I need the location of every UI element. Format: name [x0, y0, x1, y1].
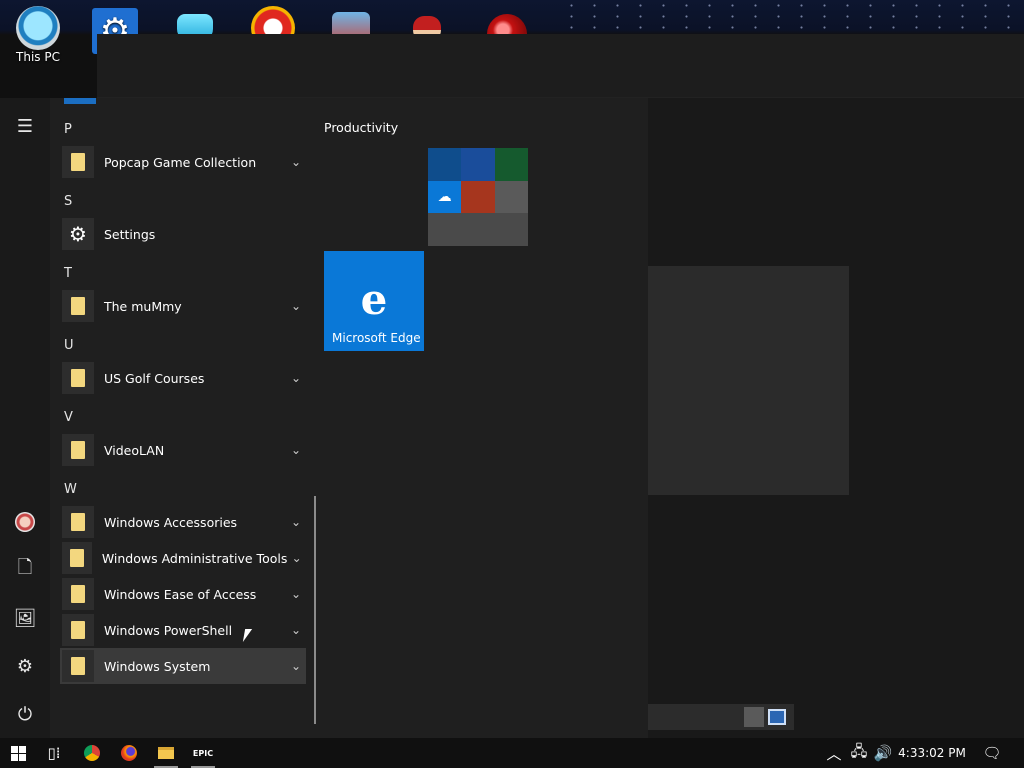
chevron-down-icon[interactable]: ⌄: [286, 623, 306, 637]
letter-header-p[interactable]: P: [64, 122, 72, 137]
folder-icon: [62, 506, 94, 538]
folder-icon: [62, 362, 94, 394]
chevron-down-icon[interactable]: ⌄: [286, 155, 306, 169]
mini-tile: [428, 213, 462, 246]
app-settings[interactable]: ⚙ Settings: [60, 216, 306, 252]
background-toolbar: [648, 704, 794, 730]
mini-tile: [461, 213, 495, 246]
app-us-golf-courses[interactable]: US Golf Courses ⌄: [60, 360, 306, 396]
file-explorer-icon[interactable]: [148, 738, 184, 768]
desktop-icon-this-pc[interactable]: This PC: [3, 4, 73, 64]
letter-header-v[interactable]: V: [64, 410, 73, 425]
letter-header-s[interactable]: S: [64, 194, 72, 209]
app-popcap-game-collection[interactable]: Popcap Game Collection ⌄: [60, 144, 306, 180]
chevron-down-icon[interactable]: ⌄: [286, 587, 306, 601]
app-windows-administrative-tools[interactable]: Windows Administrative Tools ⌄: [60, 540, 306, 576]
partial-app-icon: [64, 98, 96, 104]
start-rail: ☰ 🗋 🖼 ⚙ ⏻: [0, 98, 50, 738]
onedrive-icon: ☁: [428, 180, 462, 214]
app-label: US Golf Courses: [104, 370, 205, 386]
chevron-down-icon[interactable]: ⌄: [287, 551, 306, 565]
app-windows-accessories[interactable]: Windows Accessories ⌄: [60, 504, 306, 540]
document-icon[interactable]: 🗋: [0, 548, 50, 592]
folder-icon: [62, 542, 92, 574]
taskbar-clock[interactable]: 4:33:02 PM: [896, 738, 968, 768]
power-icon[interactable]: ⏻: [0, 692, 50, 736]
computer-icon: [16, 6, 60, 50]
mini-tile: [494, 180, 528, 214]
folder-icon: [62, 146, 94, 178]
chevron-down-icon[interactable]: ⌄: [286, 371, 306, 385]
app-label: Windows PowerShell: [104, 622, 233, 638]
app-label: Settings: [104, 226, 156, 242]
chevron-down-icon[interactable]: ⌄: [286, 515, 306, 529]
settings-icon[interactable]: ⚙: [0, 644, 50, 688]
mini-tile: [494, 213, 528, 246]
app-label: Windows Ease of Access: [104, 586, 257, 602]
tile-microsoft-edge[interactable]: e Microsoft Edge: [324, 251, 424, 351]
mini-tile: [461, 148, 495, 181]
window-titlebar: [97, 34, 1024, 98]
user-icon[interactable]: [0, 500, 50, 544]
starry-wallpaper: [560, 0, 1024, 34]
tile-folder[interactable]: ☁: [428, 148, 528, 246]
app-label: The muMmy: [104, 298, 182, 314]
mini-tile: [428, 148, 462, 181]
app-list: P Popcap Game Collection ⌄ S ⚙ Settings …: [50, 98, 320, 738]
app-label: Windows Accessories: [104, 514, 238, 530]
folder-icon: [62, 614, 94, 646]
chevron-down-icon[interactable]: ⌄: [286, 443, 306, 457]
tiles-pane: Productivity ☁ e Microsoft Edge: [324, 98, 644, 738]
desktop-icon-label: This PC: [16, 50, 60, 64]
firefox-icon[interactable]: [111, 738, 147, 768]
app-the-mummy[interactable]: The muMmy ⌄: [60, 288, 306, 324]
chevron-up-icon[interactable]: ︿: [820, 738, 848, 768]
window-thumbnail-icon: [768, 709, 786, 725]
app-label: VideoLAN: [104, 442, 165, 458]
volume-icon[interactable]: 🔊: [870, 738, 896, 768]
task-view-icon[interactable]: ▯⁞: [36, 738, 72, 768]
network-icon[interactable]: 🖧: [846, 738, 872, 768]
folder-icon: [62, 578, 94, 610]
mini-tile: [461, 180, 495, 214]
background-panel: [646, 266, 849, 495]
tile-label: Microsoft Edge: [332, 331, 421, 345]
taskbar: ▯⁞ EPIC ︿ 🖧 🔊 4:33:02 PM 🗨: [0, 738, 1024, 768]
pictures-icon[interactable]: 🖼: [0, 596, 50, 640]
edge-icon: e: [360, 275, 388, 324]
gear-icon: ⚙: [62, 218, 94, 250]
folder-icon: [62, 290, 94, 322]
chevron-down-icon[interactable]: ⌄: [286, 299, 306, 313]
action-center-icon[interactable]: 🗨: [972, 738, 1012, 768]
folder-icon: [62, 650, 94, 682]
start-menu: ☰ 🗋 🖼 ⚙ ⏻ P Popcap Game Collection ⌄ S ⚙…: [0, 98, 648, 738]
folder-icon: [62, 434, 94, 466]
hamburger-icon[interactable]: ☰: [0, 104, 50, 148]
toolbar-slot-icon: [744, 707, 764, 727]
app-label: Windows System: [104, 658, 211, 674]
app-videolan[interactable]: VideoLAN ⌄: [60, 432, 306, 468]
app-label: Popcap Game Collection: [104, 154, 257, 170]
epic-games-icon[interactable]: EPIC: [185, 738, 221, 768]
chrome-icon[interactable]: [74, 738, 110, 768]
windows-start-icon[interactable]: [0, 738, 36, 768]
letter-header-u[interactable]: U: [64, 338, 74, 353]
mini-tile: [494, 148, 528, 181]
app-windows-powershell[interactable]: Windows PowerShell ⌄: [60, 612, 306, 648]
letter-header-t[interactable]: T: [64, 266, 72, 281]
app-windows-ease-of-access[interactable]: Windows Ease of Access ⌄: [60, 576, 306, 612]
app-list-scrollbar[interactable]: [314, 496, 316, 724]
letter-header-w[interactable]: W: [64, 482, 77, 497]
chevron-down-icon[interactable]: ⌄: [286, 659, 306, 673]
app-label: Windows Administrative Tools: [101, 550, 288, 566]
tile-group-title[interactable]: Productivity: [324, 120, 398, 135]
app-windows-system[interactable]: Windows System ⌄: [60, 648, 306, 684]
